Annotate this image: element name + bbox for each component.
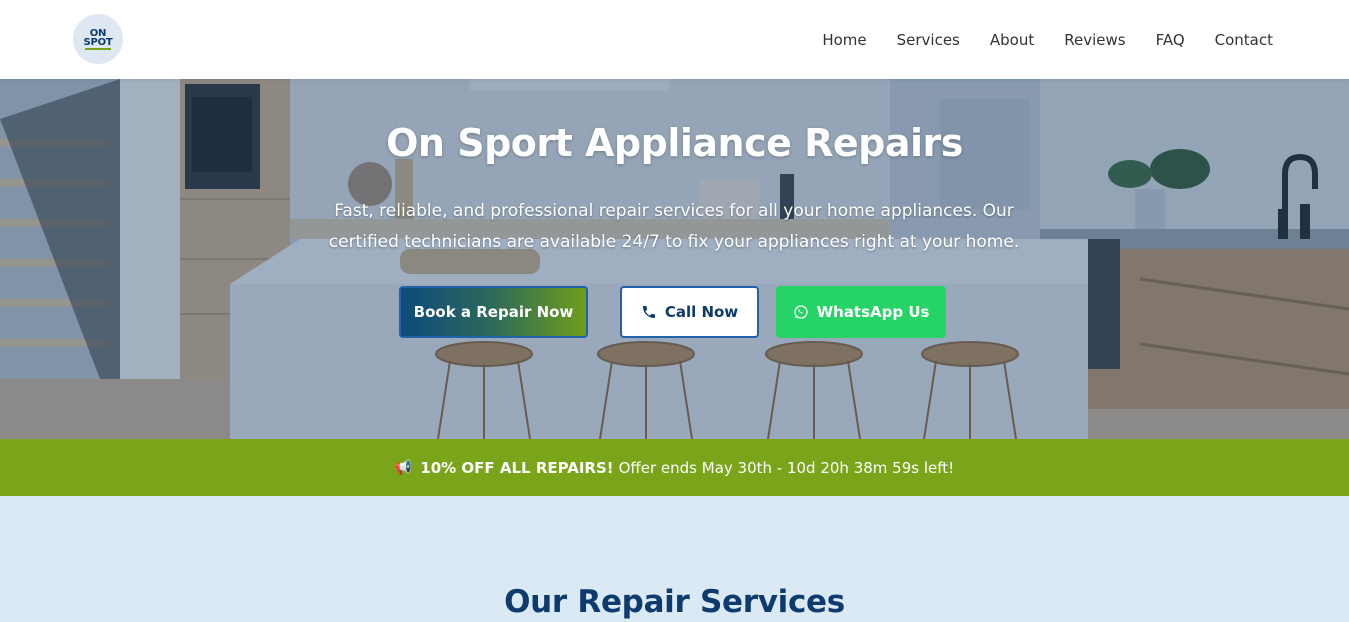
call-now-label: Call Now — [664, 303, 739, 321]
whatsapp-icon — [793, 304, 809, 320]
services-title: Our Repair Services — [504, 584, 845, 620]
phone-icon — [641, 304, 657, 320]
nav-services[interactable]: Services — [897, 31, 960, 49]
book-repair-button[interactable]: Book a Repair Now — [399, 286, 588, 338]
promo-highlight: 10% OFF ALL REPAIRS! — [420, 458, 614, 477]
promo-countdown-text: Offer ends May 30th - 10d 20h 38m 59s le… — [618, 458, 955, 477]
nav-contact[interactable]: Contact — [1215, 31, 1273, 49]
services-section: Our Repair Services — [0, 496, 1349, 622]
logo[interactable]: ON SPOT — [73, 14, 123, 64]
nav-faq[interactable]: FAQ — [1156, 31, 1185, 49]
book-repair-label: Book a Repair Now — [413, 303, 574, 321]
whatsapp-label: WhatsApp Us — [816, 303, 930, 321]
nav-reviews[interactable]: Reviews — [1064, 31, 1125, 49]
whatsapp-button[interactable]: WhatsApp Us — [776, 286, 946, 338]
hero-title: On Sport Appliance Repairs — [386, 121, 963, 165]
hero-subtitle: Fast, reliable, and professional repair … — [328, 201, 1020, 252]
nav-about[interactable]: About — [990, 31, 1034, 49]
promo-banner: 📢 10% OFF ALL REPAIRS! Offer ends May 30… — [0, 439, 1349, 496]
nav-home[interactable]: Home — [822, 31, 866, 49]
logo-text-bottom: SPOT — [83, 36, 113, 48]
site-header: ON SPOT Home Services About Reviews FAQ … — [0, 0, 1349, 79]
megaphone-icon: 📢 — [394, 459, 413, 476]
hero-section: On Sport Appliance Repairs Fast, reliabl… — [0, 79, 1349, 439]
logo-accent-bar — [85, 47, 111, 50]
call-now-button[interactable]: Call Now — [620, 286, 759, 338]
main-nav: Home Services About Reviews FAQ Contact — [822, 0, 1273, 79]
